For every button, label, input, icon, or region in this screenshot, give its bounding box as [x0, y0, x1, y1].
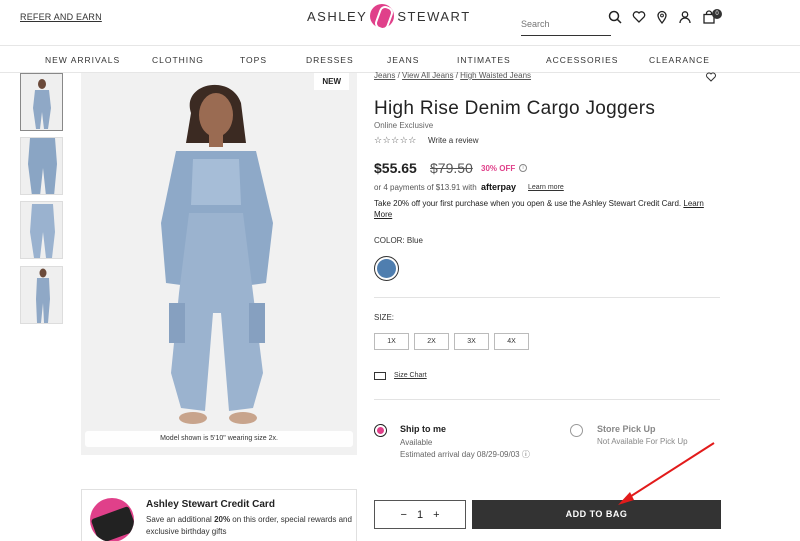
installment-text: or 4 payments of $13.91 with — [374, 183, 477, 192]
product-main-image[interactable]: NEW Model shown is 5'10" wearing size 2x… — [81, 73, 357, 455]
store-pickup-title: Store Pick Up — [597, 424, 656, 434]
nav-dresses[interactable]: DRESSES — [306, 55, 354, 65]
product-thumbnail[interactable] — [20, 137, 63, 195]
thumbnail-model-image — [21, 74, 62, 130]
size-option-3x[interactable]: 3X — [454, 333, 489, 350]
quantity-increase-button[interactable]: + — [433, 509, 439, 521]
ship-to-me-radio[interactable] — [374, 424, 387, 437]
logo-mark-icon — [370, 4, 395, 28]
size-label: SIZE: — [374, 313, 395, 322]
store-pickup-radio[interactable] — [570, 424, 583, 437]
ship-to-me-title: Ship to me — [400, 424, 447, 434]
nav-tops[interactable]: TOPS — [240, 55, 267, 65]
product-thumbnail[interactable] — [20, 266, 63, 324]
original-price: $79.50 — [430, 160, 473, 176]
add-to-wishlist-icon[interactable] — [706, 72, 716, 82]
thumbnail-pants-image — [21, 202, 62, 258]
swatch-color-fill — [377, 259, 396, 278]
credit-card-title: Ashley Stewart Credit Card — [146, 499, 275, 510]
afterpay-learn-more-link[interactable]: Learn more — [528, 184, 564, 191]
nav-jeans[interactable]: JEANS — [387, 55, 419, 65]
selected-color: Blue — [406, 236, 423, 245]
thumbnail-side-image — [21, 267, 62, 323]
color-label: COLOR: Blue — [374, 236, 423, 245]
afterpay-logo: afterpay — [481, 182, 517, 192]
ruler-icon — [374, 372, 386, 380]
size-option-2x[interactable]: 2X — [414, 333, 449, 350]
rating-stars-icon[interactable]: ☆☆☆☆☆ — [374, 135, 417, 146]
color-swatch-blue[interactable] — [374, 256, 399, 281]
size-option-4x[interactable]: 4X — [494, 333, 529, 350]
cart-count-badge: 0 — [712, 9, 722, 19]
ship-to-me-details: Available Estimated arrival day 08/29-09… — [400, 437, 530, 461]
site-logo[interactable]: ASHLEY STEWART — [307, 3, 471, 29]
sale-price: $55.65 — [374, 160, 417, 176]
credit-card-promo[interactable]: Ashley Stewart Credit Card Save an addit… — [81, 489, 357, 541]
quantity-decrease-button[interactable]: − — [401, 509, 407, 521]
logo-text-right: STEWART — [397, 8, 471, 24]
section-divider — [374, 297, 720, 298]
section-divider — [374, 399, 720, 400]
discount-info-icon[interactable]: i — [519, 164, 527, 172]
search-icon[interactable] — [608, 10, 622, 24]
thumbnail-detail-image — [21, 138, 62, 194]
search-input[interactable] — [521, 12, 611, 36]
site-header: REFER AND EARN ASHLEY STEWART 0 — [0, 0, 800, 46]
model-size-note: Model shown is 5'10" wearing size 2x. — [85, 431, 353, 447]
product-title: High Rise Denim Cargo Joggers — [374, 98, 656, 119]
account-icon[interactable] — [678, 10, 692, 24]
annotation-arrow-icon — [618, 442, 715, 505]
breadcrumb-high-waisted-jeans[interactable]: High Waisted Jeans — [460, 71, 531, 80]
credit-card-description: Save an additional 20% on this order, sp… — [146, 515, 352, 536]
breadcrumb-jeans[interactable]: Jeans — [374, 71, 395, 80]
nav-clothing[interactable]: CLOTHING — [152, 55, 204, 65]
wishlist-heart-icon[interactable] — [632, 10, 646, 24]
nav-accessories[interactable]: ACCESSORIES — [546, 55, 618, 65]
quantity-value[interactable]: 1 — [417, 509, 423, 521]
logo-text-left: ASHLEY — [307, 8, 368, 24]
store-locator-icon[interactable] — [655, 10, 669, 24]
online-exclusive-label: Online Exclusive — [374, 121, 434, 130]
nav-clearance[interactable]: CLEARANCE — [649, 55, 710, 65]
quantity-stepper: − 1 + — [374, 500, 466, 529]
refer-and-earn-link[interactable]: REFER AND EARN — [20, 12, 102, 22]
write-review-link[interactable]: Write a review — [428, 136, 479, 145]
credit-card-offer: Take 20% off your first purchase when yo… — [374, 199, 704, 219]
product-thumbnail[interactable] — [20, 73, 63, 131]
product-thumbnail[interactable] — [20, 201, 63, 259]
nav-intimates[interactable]: INTIMATES — [457, 55, 511, 65]
main-navigation: NEW ARRIVALS CLOTHING TOPS DRESSES JEANS… — [0, 47, 800, 73]
size-option-1x[interactable]: 1X — [374, 333, 409, 350]
ship-availability: Available — [400, 438, 433, 447]
arrival-info-icon[interactable]: ⓘ — [522, 450, 530, 459]
nav-new-arrivals[interactable]: NEW ARRIVALS — [45, 55, 120, 65]
new-badge: NEW — [314, 73, 349, 90]
discount-badge: 30% OFF — [481, 164, 516, 173]
credit-card-icon — [90, 498, 134, 541]
estimated-arrival: Estimated arrival day 08/29-09/03 ⓘ — [400, 450, 530, 459]
breadcrumb: Jeans / View All Jeans / High Waisted Je… — [374, 71, 532, 80]
model-figure-image — [81, 73, 357, 455]
size-chart-link[interactable]: Size Chart — [394, 372, 427, 379]
breadcrumb-view-all-jeans[interactable]: View All Jeans — [402, 71, 453, 80]
